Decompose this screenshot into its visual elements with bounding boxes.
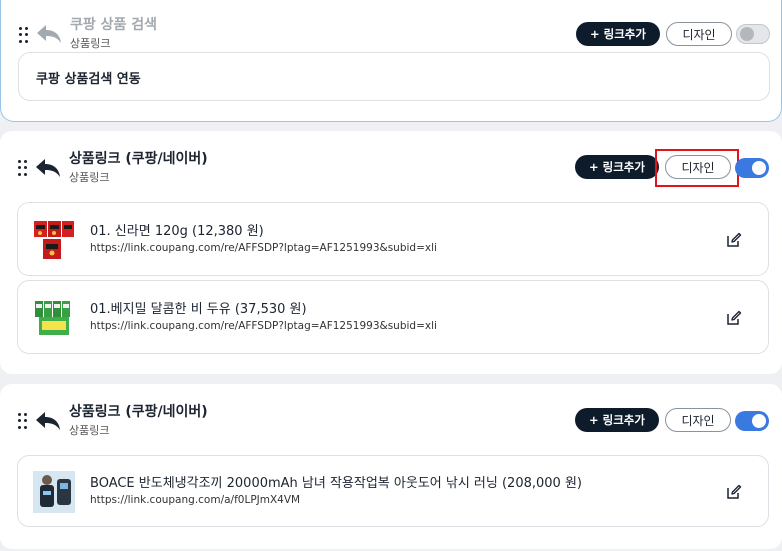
toggle-knob bbox=[740, 27, 754, 41]
highlight-box bbox=[655, 149, 739, 187]
product-item[interactable]: 01.베지밀 달콤한 비 두유 (37,530 원) https://link.… bbox=[17, 280, 769, 354]
product-item[interactable]: BOACE 반도체냉각조끼 20000mAh 남녀 작용작업복 아웃도어 낚시 … bbox=[17, 455, 769, 527]
block-subtitle: 상품링크 bbox=[69, 171, 110, 184]
block-product-links-2: 상품링크 (쿠팡/네이버) 상품링크 + 링크추가 디자인 BOACE 반도체냉… bbox=[0, 384, 782, 549]
add-link-button[interactable]: + 링크추가 bbox=[575, 408, 659, 432]
block-title: 상품링크 (쿠팡/네이버) bbox=[69, 404, 208, 420]
soymilk-product-thumbnail bbox=[33, 297, 75, 339]
edit-icon[interactable] bbox=[726, 484, 742, 500]
cooling-vest-product-thumbnail bbox=[33, 471, 75, 513]
visibility-toggle[interactable] bbox=[735, 158, 769, 178]
block-subtitle: 상품링크 bbox=[70, 37, 111, 50]
product-title: 01. 신라면 120g (12,380 원) bbox=[90, 224, 264, 239]
product-url: https://link.coupang.com/re/AFFSDP?lptag… bbox=[90, 242, 437, 254]
product-title: BOACE 반도체냉각조끼 20000mAh 남녀 작용작업복 아웃도어 낚시 … bbox=[90, 476, 582, 491]
undo-arrow-icon bbox=[35, 22, 63, 46]
drag-handle-icon[interactable] bbox=[19, 27, 29, 43]
product-url: https://link.coupang.com/re/AFFSDP?lptag… bbox=[90, 320, 437, 332]
ramen-product-thumbnail bbox=[33, 219, 75, 261]
product-url: https://link.coupang.com/a/f0LPJmX4VM bbox=[90, 494, 301, 506]
block-title: 상품링크 (쿠팡/네이버) bbox=[69, 151, 208, 167]
block-subtitle: 상품링크 bbox=[69, 424, 110, 437]
block-title: 쿠팡 상품 검색 bbox=[70, 17, 158, 33]
design-button[interactable]: 디자인 bbox=[666, 22, 732, 46]
edit-icon[interactable] bbox=[726, 310, 742, 326]
block-coupang-search: 쿠팡 상품 검색 상품링크 + 링크추가 디자인 쿠팡 상품검색 연동 bbox=[0, 0, 782, 122]
undo-arrow-icon bbox=[34, 156, 62, 180]
add-link-button[interactable]: + 링크추가 bbox=[575, 155, 659, 179]
search-integration-label: 쿠팡 상품검색 연동 bbox=[36, 72, 141, 87]
add-link-button[interactable]: + 링크추가 bbox=[576, 22, 660, 46]
visibility-toggle[interactable] bbox=[736, 24, 770, 44]
product-title: 01.베지밀 달콤한 비 두유 (37,530 원) bbox=[90, 302, 307, 317]
visibility-toggle[interactable] bbox=[735, 411, 769, 431]
drag-handle-icon[interactable] bbox=[18, 413, 28, 429]
edit-icon[interactable] bbox=[726, 232, 742, 248]
design-button[interactable]: 디자인 bbox=[665, 408, 731, 432]
product-item[interactable]: 01. 신라면 120g (12,380 원) https://link.cou… bbox=[17, 202, 769, 276]
search-integration-box[interactable]: 쿠팡 상품검색 연동 bbox=[18, 52, 770, 101]
drag-handle-icon[interactable] bbox=[18, 160, 28, 176]
block-product-links-1: 상품링크 (쿠팡/네이버) 상품링크 + 링크추가 디자인 01. 신라면 12… bbox=[0, 131, 782, 374]
toggle-knob bbox=[752, 161, 766, 175]
undo-arrow-icon bbox=[34, 409, 62, 433]
toggle-knob bbox=[752, 414, 766, 428]
